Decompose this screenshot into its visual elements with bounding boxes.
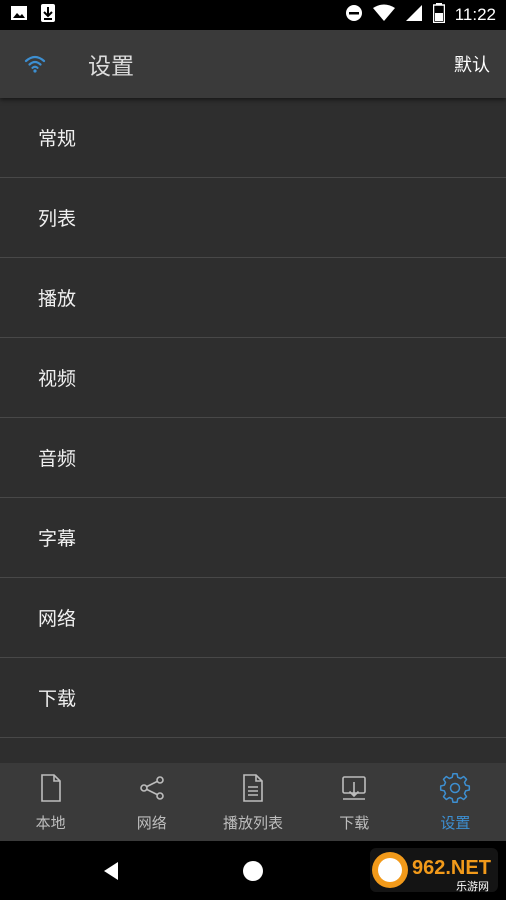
document-list-icon bbox=[243, 773, 263, 802]
watermark-sub: 乐游网 bbox=[456, 880, 489, 893]
back-button[interactable] bbox=[40, 860, 182, 882]
settings-item-download[interactable]: 下载 bbox=[0, 658, 506, 738]
home-button[interactable] bbox=[182, 860, 324, 882]
nav-item-local[interactable]: 本地 bbox=[0, 763, 101, 841]
bottom-nav: 本地 网络 播放列表 下载 设置 bbox=[0, 763, 506, 841]
wifi-icon bbox=[372, 4, 395, 26]
nav-item-playlist[interactable]: 播放列表 bbox=[202, 763, 303, 841]
status-time: 11:22 bbox=[454, 5, 496, 24]
gear-icon bbox=[440, 772, 471, 803]
download-icon bbox=[40, 3, 56, 27]
nav-label-settings: 设置 bbox=[440, 813, 471, 832]
app-bar: 设置 默认 bbox=[0, 30, 506, 98]
settings-item-video[interactable]: 视频 bbox=[0, 338, 506, 418]
signal-icon bbox=[405, 4, 423, 26]
status-bar: 11:22 bbox=[0, 0, 506, 30]
back-triangle-icon bbox=[104, 861, 118, 880]
system-nav-bar: 962.NET 乐游网 bbox=[0, 841, 506, 900]
battery-icon bbox=[432, 3, 445, 27]
share-icon bbox=[139, 775, 164, 800]
settings-item-general[interactable]: 常规 bbox=[0, 98, 506, 178]
watermark-logo: 962.NET 乐游网 bbox=[370, 848, 498, 893]
nav-item-network[interactable]: 网络 bbox=[101, 763, 202, 841]
settings-item-audio[interactable]: 音频 bbox=[0, 418, 506, 498]
image-icon bbox=[10, 4, 28, 26]
settings-list: 常规 列表 播放 视频 音频 字幕 网络 下载 bbox=[0, 98, 506, 763]
nav-label-local: 本地 bbox=[35, 813, 66, 832]
nav-label-download: 下载 bbox=[339, 813, 370, 832]
settings-item-list[interactable]: 列表 bbox=[0, 178, 506, 258]
nav-label-playlist: 播放列表 bbox=[223, 813, 284, 832]
page-title: 设置 bbox=[88, 54, 134, 80]
home-circle-icon bbox=[243, 860, 263, 881]
nav-label-network: 网络 bbox=[136, 813, 167, 832]
file-icon bbox=[40, 773, 61, 802]
default-button[interactable]: 默认 bbox=[454, 51, 490, 77]
nav-item-download[interactable]: 下载 bbox=[304, 763, 405, 841]
download-tray-icon bbox=[342, 775, 367, 800]
settings-item-subtitles[interactable]: 字幕 bbox=[0, 498, 506, 578]
nav-item-settings[interactable]: 设置 bbox=[405, 763, 506, 841]
settings-item-playback[interactable]: 播放 bbox=[0, 258, 506, 338]
settings-item-network[interactable]: 网络 bbox=[0, 578, 506, 658]
wifi-icon bbox=[0, 55, 70, 73]
watermark-brand: 962.NET bbox=[412, 857, 491, 879]
dnd-icon bbox=[345, 4, 363, 26]
